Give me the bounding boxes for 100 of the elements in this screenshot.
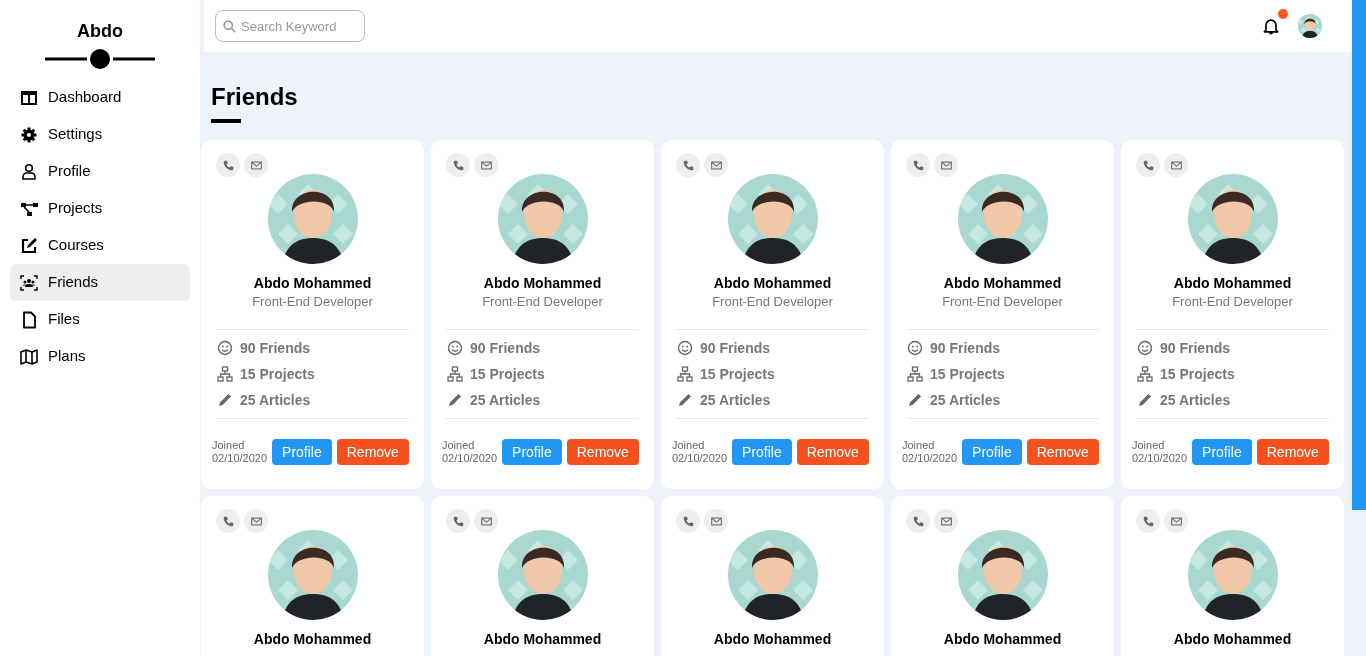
sidebar-item[interactable]: Settings: [10, 116, 190, 153]
profile-button[interactable]: Profile: [732, 439, 792, 465]
sidebar-item[interactable]: Dashboard: [10, 79, 190, 116]
joined-date: 02/10/2020: [1132, 452, 1188, 465]
profile-button[interactable]: Profile: [1192, 439, 1252, 465]
envelope-icon: [940, 515, 952, 527]
friend-name: Abdo Mohammed: [712, 630, 833, 648]
smiley-icon: [1137, 340, 1153, 356]
friend-name: Abdo Mohammed: [942, 630, 1063, 648]
pencil-icon: [907, 392, 923, 408]
stat-text: 25 Articles: [470, 390, 541, 410]
envelope-icon: [1170, 159, 1182, 171]
call-button[interactable]: [216, 509, 240, 533]
phone-icon: [912, 515, 924, 527]
phone-icon: [452, 515, 464, 527]
sidebar-item[interactable]: Plans: [10, 338, 190, 375]
remove-button[interactable]: Remove: [566, 439, 639, 465]
smiley-icon: [907, 340, 923, 356]
call-button[interactable]: [1136, 509, 1160, 533]
joined-label: Joined: [212, 439, 246, 452]
remove-button[interactable]: Remove: [1256, 439, 1329, 465]
email-button[interactable]: [704, 509, 728, 533]
joined-date: 02/10/2020: [212, 452, 268, 465]
email-button[interactable]: [474, 509, 498, 533]
email-button[interactable]: [934, 509, 958, 533]
call-button[interactable]: [446, 509, 470, 533]
stat-text: 25 Articles: [700, 390, 771, 410]
friend-name: Abdo Mohammed: [1172, 274, 1293, 292]
stat-text: 15 Projects: [700, 364, 775, 384]
brand-title: Abdo: [77, 20, 123, 42]
friend-name: Abdo Mohammed: [252, 274, 373, 292]
map-icon: [20, 347, 38, 366]
phone-icon: [222, 159, 234, 171]
joined-date: 02/10/2020: [442, 452, 498, 465]
sitemap-icon: [1137, 366, 1153, 382]
sidebar-item[interactable]: Courses: [10, 227, 190, 264]
call-button[interactable]: [676, 153, 700, 177]
email-button[interactable]: [244, 153, 268, 177]
friend-name: Abdo Mohammed: [942, 274, 1063, 292]
stat-text: 15 Projects: [1160, 364, 1235, 384]
profile-button[interactable]: Profile: [502, 439, 562, 465]
envelope-icon: [1170, 515, 1182, 527]
sidebar-item[interactable]: Profile: [10, 153, 190, 190]
call-button[interactable]: [216, 153, 240, 177]
email-button[interactable]: [1164, 509, 1188, 533]
email-button[interactable]: [934, 153, 958, 177]
joined-date: 02/10/2020: [902, 452, 958, 465]
page-title: Friends: [211, 84, 299, 110]
scrollbar-thumb[interactable]: [1352, 0, 1366, 510]
smiley-icon: [677, 340, 693, 356]
call-button[interactable]: [906, 509, 930, 533]
friend-name: Abdo Mohammed: [1172, 630, 1293, 648]
friend-role: Front-End Developer: [711, 293, 834, 311]
stat-text: 90 Friends: [240, 338, 311, 358]
friend-name: Abdo Mohammed: [712, 274, 833, 292]
sidebar-item[interactable]: Files: [10, 301, 190, 338]
sitemap-icon: [217, 366, 233, 382]
search-icon: [223, 20, 236, 33]
envelope-icon: [250, 159, 262, 171]
person-icon: [20, 162, 38, 181]
phone-icon: [222, 515, 234, 527]
edit-icon: [20, 236, 38, 255]
sidebar-item[interactable]: Projects: [10, 190, 190, 227]
sitemap-icon: [447, 366, 463, 382]
stat-text: 15 Projects: [930, 364, 1005, 384]
friend-name: Abdo Mohammed: [252, 630, 373, 648]
profile-button[interactable]: Profile: [272, 439, 332, 465]
call-button[interactable]: [906, 153, 930, 177]
call-button[interactable]: [1136, 153, 1160, 177]
stat-text: 90 Friends: [930, 338, 1001, 358]
pencil-icon: [677, 392, 693, 408]
email-button[interactable]: [244, 509, 268, 533]
remove-button[interactable]: Remove: [1026, 439, 1099, 465]
sidebar-item[interactable]: Friends: [10, 264, 190, 301]
phone-icon: [912, 159, 924, 171]
email-button[interactable]: [1164, 153, 1188, 177]
call-button[interactable]: [676, 509, 700, 533]
stat-text: 90 Friends: [700, 338, 771, 358]
friend-role: Front-End Developer: [251, 293, 374, 311]
envelope-icon: [710, 515, 722, 527]
remove-button[interactable]: Remove: [336, 439, 409, 465]
remove-button[interactable]: Remove: [796, 439, 869, 465]
stat-text: 15 Projects: [240, 364, 315, 384]
call-button[interactable]: [446, 153, 470, 177]
friend-role: Front-End Developer: [1171, 293, 1294, 311]
profile-button[interactable]: Profile: [962, 439, 1022, 465]
email-button[interactable]: [474, 153, 498, 177]
email-button[interactable]: [704, 153, 728, 177]
joined-label: Joined: [902, 439, 936, 452]
envelope-icon: [480, 159, 492, 171]
user-avatar[interactable]: [1298, 14, 1322, 38]
envelope-icon: [940, 159, 952, 171]
envelope-icon: [250, 515, 262, 527]
phone-icon: [682, 515, 694, 527]
phone-icon: [682, 159, 694, 171]
search-field[interactable]: Search Keyword: [215, 10, 365, 42]
settings-icon: [20, 125, 38, 144]
joined-date: 02/10/2020: [672, 452, 728, 465]
stat-text: 25 Articles: [930, 390, 1001, 410]
stat-text: 90 Friends: [1160, 338, 1231, 358]
